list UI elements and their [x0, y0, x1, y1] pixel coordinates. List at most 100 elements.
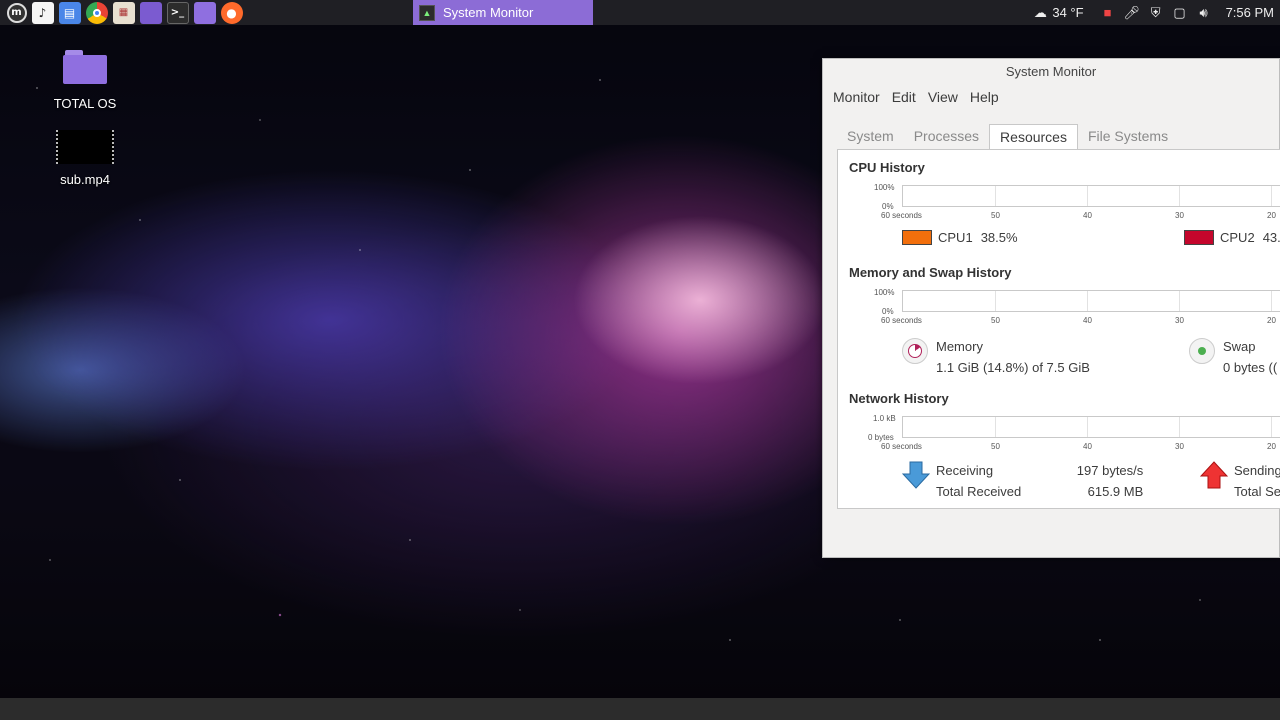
menubar: Monitor Edit View Help: [823, 85, 1279, 109]
network-x-tick: 60 seconds: [881, 442, 922, 451]
weather-icon[interactable]: ☁: [1032, 5, 1048, 21]
tab-file-systems[interactable]: File Systems: [1078, 124, 1178, 150]
network-history-graph: [902, 416, 1280, 438]
desktop-file-sub-mp4[interactable]: sub.mp4: [35, 130, 135, 187]
cpu2-legend: CPU2 43.: [1184, 230, 1280, 245]
receiving-rate: 197 bytes/s: [1076, 463, 1144, 478]
chrome-icon[interactable]: [85, 1, 108, 24]
sending-label: Sending: [1234, 463, 1280, 478]
cpu1-legend: CPU1 38.5%: [902, 230, 1018, 245]
mint-menu-icon[interactable]: m: [6, 2, 27, 23]
system-tray: ☁ 34 °F ■ 🎤︎ ⛨ ▢ 🔊︎ 7:56 PM: [1028, 0, 1280, 25]
tab-resources[interactable]: Resources: [989, 124, 1078, 150]
memory-x-tick: 60 seconds: [881, 316, 922, 325]
cpu-history-graph: [902, 185, 1280, 207]
resources-panel: CPU History 100% 0% 60 seconds 50 40 30 …: [837, 149, 1280, 509]
cpu1-color-swatch[interactable]: [902, 230, 932, 245]
graph-gridline: [1087, 186, 1088, 206]
tab-system[interactable]: System: [837, 124, 904, 150]
upload-arrow-icon[interactable]: [1200, 460, 1228, 490]
total-received-value: 615.9 MB: [1087, 484, 1144, 499]
cpu2-label: CPU2: [1220, 230, 1255, 245]
network-x-tick: 40: [1083, 442, 1092, 451]
menu-edit[interactable]: Edit: [886, 89, 922, 105]
memory-pie-icon[interactable]: [902, 338, 928, 364]
task-system-monitor[interactable]: ▲ System Monitor: [413, 0, 593, 25]
system-monitor-window: System Monitor Monitor Edit View Help Sy…: [822, 58, 1280, 558]
cpu-y-bottom: 0%: [882, 202, 894, 211]
swap-label: Swap: [1223, 339, 1256, 354]
total-sent-label: Total Se: [1234, 484, 1280, 499]
memory-y-top: 100%: [874, 288, 895, 297]
terminal-icon[interactable]: >_: [166, 1, 189, 24]
memory-x-tick: 30: [1175, 316, 1184, 325]
window-title[interactable]: System Monitor: [823, 59, 1279, 85]
cpu-x-tick: 60 seconds: [881, 211, 922, 220]
volume-icon[interactable]: 🔊︎: [1196, 5, 1212, 21]
memory-value: 1.1 GiB (14.8%) of 7.5 GiB: [936, 360, 1090, 375]
purple-window-icon[interactable]: [139, 1, 162, 24]
graph-gridline: [995, 186, 996, 206]
firefox-icon[interactable]: ●: [220, 1, 243, 24]
memory-x-tick: 50: [991, 316, 1000, 325]
network-x-tick: 50: [991, 442, 1000, 451]
removable-drive-icon[interactable]: ▢: [1172, 5, 1188, 21]
memory-history-graph: [902, 290, 1280, 312]
menu-view[interactable]: View: [922, 89, 964, 105]
record-icon[interactable]: ■: [1100, 5, 1116, 21]
graph-gridline: [1179, 291, 1180, 311]
cpu1-label: CPU1: [938, 230, 973, 245]
memory-x-tick: 20: [1267, 316, 1276, 325]
memory-label: Memory: [936, 339, 983, 354]
music-icon[interactable]: ♪: [31, 1, 54, 24]
files-icon[interactable]: ▤: [58, 1, 81, 24]
network-y-bottom: 0 bytes: [868, 433, 894, 442]
swap-legend: Swap 0 bytes ((: [1189, 336, 1277, 378]
download-arrow-icon[interactable]: [902, 460, 930, 490]
clock[interactable]: 7:56 PM: [1226, 5, 1274, 20]
graph-gridline: [995, 417, 996, 437]
folder-icon: [63, 50, 107, 84]
network-y-top: 1.0 kB: [873, 414, 896, 423]
memory-legend: Memory 1.1 GiB (14.8%) of 7.5 GiB: [902, 336, 1090, 378]
launcher-bar: m ♪ ▤ ▦ >_ ●: [0, 0, 245, 25]
total-received-label: Total Received: [936, 484, 1022, 499]
shield-icon[interactable]: ⛨: [1148, 5, 1164, 21]
cpu2-color-swatch[interactable]: [1184, 230, 1214, 245]
cpu1-value: 38.5%: [980, 230, 1018, 245]
microphone-icon[interactable]: 🎤︎: [1123, 5, 1140, 21]
graph-gridline: [1087, 291, 1088, 311]
receiving-legend: Receiving Total Received 197 bytes/s 615…: [902, 460, 1143, 502]
network-x-tick: 30: [1175, 442, 1184, 451]
cpu-x-tick: 30: [1175, 211, 1184, 220]
graph-gridline: [1179, 186, 1180, 206]
graph-gridline: [1271, 417, 1272, 437]
receiving-label: Receiving: [936, 463, 994, 478]
weather-text[interactable]: 34 °F: [1052, 5, 1083, 20]
folder-icon[interactable]: [193, 1, 216, 24]
cpu-x-tick: 40: [1083, 211, 1092, 220]
menu-monitor[interactable]: Monitor: [827, 89, 886, 105]
desktop-icon-label: TOTAL OS: [53, 96, 117, 111]
tab-processes[interactable]: Processes: [904, 124, 989, 150]
graph-gridline: [1179, 417, 1180, 437]
swap-value: 0 bytes ((: [1223, 360, 1278, 375]
sending-legend: Sending Total Se: [1200, 460, 1280, 502]
swap-pie-icon[interactable]: [1189, 338, 1215, 364]
network-x-tick: 20: [1267, 442, 1276, 451]
desktop-folder-total-os[interactable]: TOTAL OS: [35, 50, 135, 111]
graph-gridline: [1271, 186, 1272, 206]
graph-gridline: [1271, 291, 1272, 311]
cpu-x-tick: 50: [991, 211, 1000, 220]
memory-history-title: Memory and Swap History: [849, 265, 1012, 280]
menu-help[interactable]: Help: [964, 89, 1005, 105]
memory-x-tick: 40: [1083, 316, 1092, 325]
network-history-title: Network History: [849, 391, 949, 406]
calendar-icon[interactable]: ▦: [112, 1, 135, 24]
desktop-icon-label: sub.mp4: [60, 172, 110, 187]
memory-y-bottom: 0%: [882, 307, 894, 316]
cpu2-value: 43.: [1262, 230, 1280, 245]
cpu-y-top: 100%: [874, 183, 895, 192]
video-file-icon: [56, 130, 114, 164]
graph-gridline: [995, 291, 996, 311]
